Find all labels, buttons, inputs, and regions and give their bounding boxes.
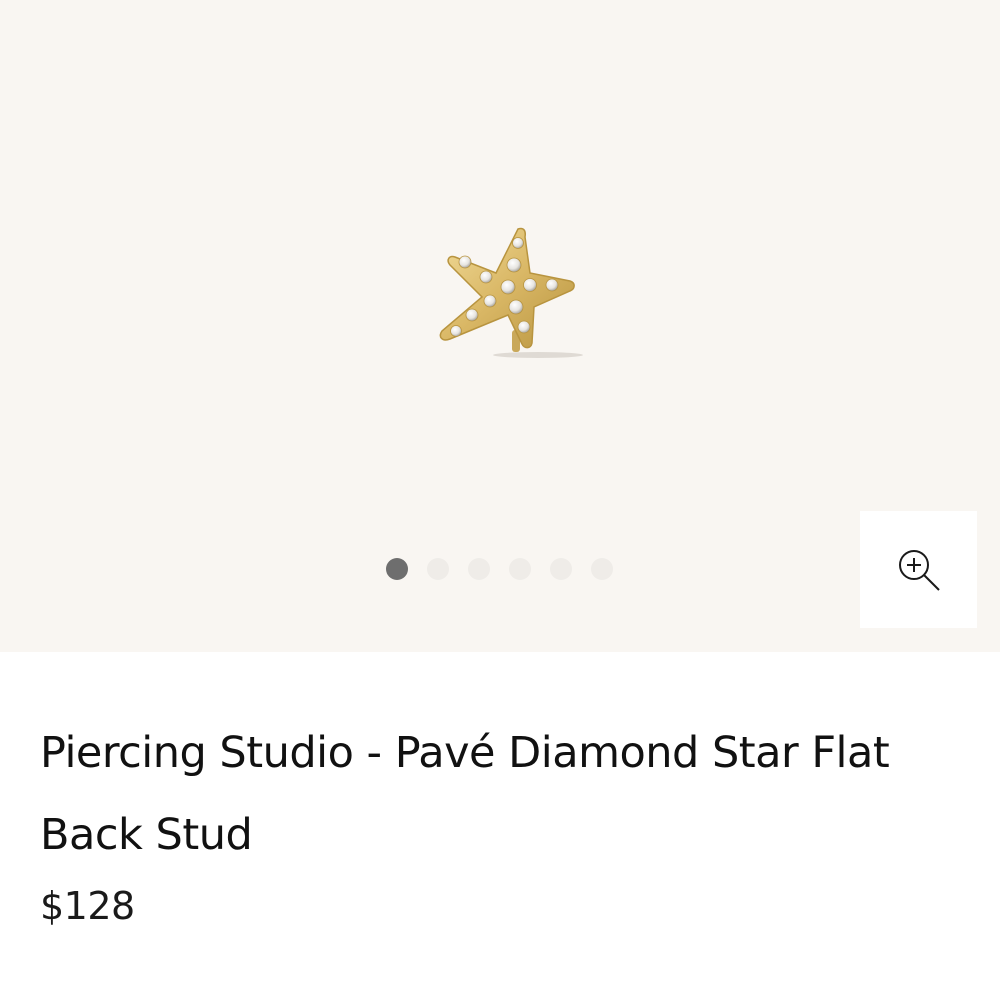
gallery-dot-2[interactable]: [427, 558, 449, 580]
product-image-star-stud[interactable]: [420, 215, 600, 375]
product-title: Piercing Studio - Pavé Diamond Star Flat…: [40, 728, 890, 860]
product-image-gallery[interactable]: [0, 0, 1000, 652]
zoom-in-icon: [898, 549, 940, 591]
gallery-dot-4[interactable]: [509, 558, 531, 580]
product-info: Piercing Studio - Pavé Diamond Star Flat…: [40, 712, 970, 928]
zoom-button[interactable]: [860, 511, 977, 628]
gallery-dot-6[interactable]: [591, 558, 613, 580]
gallery-dot-1[interactable]: [386, 558, 408, 580]
gallery-dot-3[interactable]: [468, 558, 490, 580]
product-price: $128: [40, 884, 135, 928]
gallery-dot-5[interactable]: [550, 558, 572, 580]
gallery-pagination: [386, 558, 613, 580]
